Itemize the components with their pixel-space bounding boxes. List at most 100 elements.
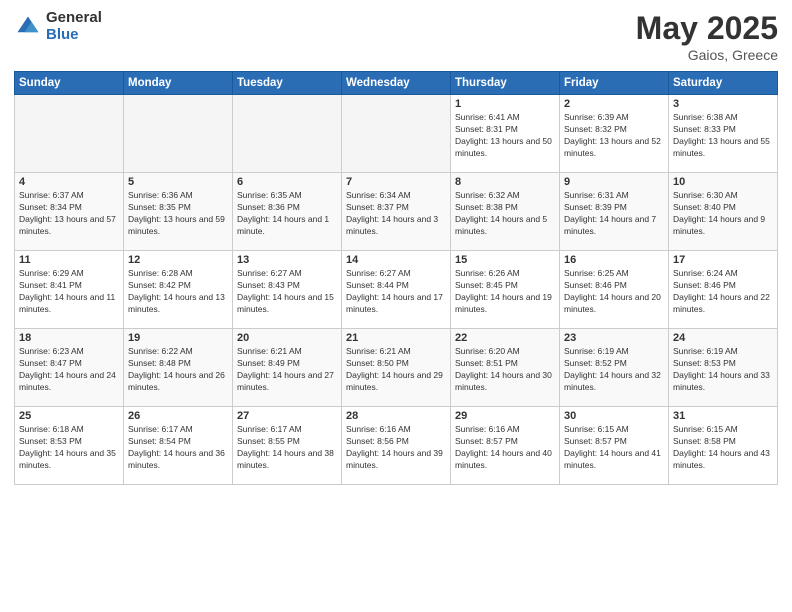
calendar-week-row: 25 Sunrise: 6:18 AMSunset: 8:53 PMDayligh… [15,407,778,485]
day-info: Sunrise: 6:36 AMSunset: 8:35 PMDaylight:… [128,190,228,238]
table-row: 8Sunrise: 6:32 AMSunset: 8:38 PMDaylight… [451,173,560,251]
day-info: Sunrise: 6:30 AMSunset: 8:40 PMDaylight:… [673,190,773,238]
day-number: 29 [455,410,555,422]
col-thursday: Thursday [451,72,560,95]
day-number: 19 [128,332,228,344]
table-row: 17 Sunrise: 6:24 AMSunset: 8:46 PMDayligh… [669,251,778,329]
day-number: 1 [455,98,555,110]
table-row: 3Sunrise: 6:38 AMSunset: 8:33 PMDaylight… [669,95,778,173]
page: General Blue May 2025 Gaios, Greece Sund… [0,0,792,612]
table-row: 22 Sunrise: 6:20 AMSunset: 8:51 PMDayligh… [451,329,560,407]
day-info: Sunrise: 6:17 AMSunset: 8:55 PMDaylight:… [237,424,337,472]
table-row: 5 Sunrise: 6:36 AMSunset: 8:35 PMDaylight… [124,173,233,251]
calendar: Sunday Monday Tuesday Wednesday Thursday… [14,71,778,485]
col-friday: Friday [560,72,669,95]
table-row: 23 Sunrise: 6:19 AMSunset: 8:52 PMDayligh… [560,329,669,407]
day-number: 21 [346,332,446,344]
day-number: 30 [564,410,664,422]
day-info: Sunrise: 6:21 AMSunset: 8:50 PMDaylight:… [346,346,446,394]
day-info: Sunrise: 6:19 AMSunset: 8:53 PMDaylight:… [673,346,773,394]
logo-blue: Blue [46,27,102,44]
day-number: 18 [19,332,119,344]
table-row: 14 Sunrise: 6:27 AMSunset: 8:44 PMDayligh… [342,251,451,329]
day-number: 26 [128,410,228,422]
day-info: Sunrise: 6:39 AMSunset: 8:32 PMDaylight:… [564,112,664,160]
calendar-week-row: 18 Sunrise: 6:23 AMSunset: 8:47 PMDayligh… [15,329,778,407]
day-info: Sunrise: 6:18 AMSunset: 8:53 PMDaylight:… [19,424,119,472]
table-row: 6Sunrise: 6:35 AMSunset: 8:36 PMDaylight… [233,173,342,251]
logo-general: General [46,10,102,27]
calendar-week-row: 11Sunrise: 6:29 AMSunset: 8:41 PMDayligh… [15,251,778,329]
day-number: 16 [564,254,664,266]
table-row [15,95,124,173]
day-info: Sunrise: 6:21 AMSunset: 8:49 PMDaylight:… [237,346,337,394]
day-info: Sunrise: 6:27 AMSunset: 8:43 PMDaylight:… [237,268,337,316]
calendar-week-row: 4Sunrise: 6:37 AMSunset: 8:34 PMDaylight… [15,173,778,251]
table-row: 29 Sunrise: 6:16 AMSunset: 8:57 PMDayligh… [451,407,560,485]
day-info: Sunrise: 6:23 AMSunset: 8:47 PMDaylight:… [19,346,119,394]
day-number: 14 [346,254,446,266]
table-row: 25 Sunrise: 6:18 AMSunset: 8:53 PMDayligh… [15,407,124,485]
day-number: 4 [19,176,119,188]
day-info: Sunrise: 6:41 AMSunset: 8:31 PMDaylight:… [455,112,555,160]
calendar-header-row: Sunday Monday Tuesday Wednesday Thursday… [15,72,778,95]
day-info: Sunrise: 6:25 AMSunset: 8:46 PMDaylight:… [564,268,664,316]
day-info: Sunrise: 6:16 AMSunset: 8:57 PMDaylight:… [455,424,555,472]
day-number: 8 [455,176,555,188]
col-sunday: Sunday [15,72,124,95]
title-month: May 2025 [636,10,778,47]
calendar-week-row: 1 Sunrise: 6:41 AMSunset: 8:31 PMDaylight… [15,95,778,173]
day-info: Sunrise: 6:29 AMSunset: 8:41 PMDaylight:… [19,268,119,316]
day-info: Sunrise: 6:28 AMSunset: 8:42 PMDaylight:… [128,268,228,316]
day-number: 9 [564,176,664,188]
col-tuesday: Tuesday [233,72,342,95]
table-row [233,95,342,173]
table-row [124,95,233,173]
day-number: 27 [237,410,337,422]
title-location: Gaios, Greece [636,47,778,63]
logo-icon [14,13,42,41]
day-number: 6 [237,176,337,188]
day-info: Sunrise: 6:20 AMSunset: 8:51 PMDaylight:… [455,346,555,394]
table-row: 18 Sunrise: 6:23 AMSunset: 8:47 PMDayligh… [15,329,124,407]
table-row: 7 Sunrise: 6:34 AMSunset: 8:37 PMDaylight… [342,173,451,251]
table-row: 2 Sunrise: 6:39 AMSunset: 8:32 PMDaylight… [560,95,669,173]
day-info: Sunrise: 6:22 AMSunset: 8:48 PMDaylight:… [128,346,228,394]
day-info: Sunrise: 6:15 AMSunset: 8:58 PMDaylight:… [673,424,773,472]
table-row: 27 Sunrise: 6:17 AMSunset: 8:55 PMDayligh… [233,407,342,485]
table-row: 31Sunrise: 6:15 AMSunset: 8:58 PMDayligh… [669,407,778,485]
table-row: 12Sunrise: 6:28 AMSunset: 8:42 PMDayligh… [124,251,233,329]
table-row: 20 Sunrise: 6:21 AMSunset: 8:49 PMDayligh… [233,329,342,407]
day-info: Sunrise: 6:27 AMSunset: 8:44 PMDaylight:… [346,268,446,316]
day-info: Sunrise: 6:16 AMSunset: 8:56 PMDaylight:… [346,424,446,472]
day-info: Sunrise: 6:38 AMSunset: 8:33 PMDaylight:… [673,112,773,160]
table-row [342,95,451,173]
table-row: 21 Sunrise: 6:21 AMSunset: 8:50 PMDayligh… [342,329,451,407]
day-info: Sunrise: 6:24 AMSunset: 8:46 PMDaylight:… [673,268,773,316]
title-block: May 2025 Gaios, Greece [636,10,778,63]
day-number: 17 [673,254,773,266]
day-number: 25 [19,410,119,422]
table-row: 9 Sunrise: 6:31 AMSunset: 8:39 PMDaylight… [560,173,669,251]
day-info: Sunrise: 6:17 AMSunset: 8:54 PMDaylight:… [128,424,228,472]
table-row: 4Sunrise: 6:37 AMSunset: 8:34 PMDaylight… [15,173,124,251]
day-number: 7 [346,176,446,188]
col-saturday: Saturday [669,72,778,95]
day-number: 28 [346,410,446,422]
day-number: 23 [564,332,664,344]
day-number: 5 [128,176,228,188]
day-number: 10 [673,176,773,188]
day-info: Sunrise: 6:31 AMSunset: 8:39 PMDaylight:… [564,190,664,238]
table-row: 19 Sunrise: 6:22 AMSunset: 8:48 PMDayligh… [124,329,233,407]
day-number: 2 [564,98,664,110]
header: General Blue May 2025 Gaios, Greece [14,10,778,63]
day-info: Sunrise: 6:19 AMSunset: 8:52 PMDaylight:… [564,346,664,394]
table-row: 10 Sunrise: 6:30 AMSunset: 8:40 PMDayligh… [669,173,778,251]
col-wednesday: Wednesday [342,72,451,95]
day-info: Sunrise: 6:15 AMSunset: 8:57 PMDaylight:… [564,424,664,472]
day-info: Sunrise: 6:34 AMSunset: 8:37 PMDaylight:… [346,190,446,238]
col-monday: Monday [124,72,233,95]
logo: General Blue [14,10,102,43]
day-number: 22 [455,332,555,344]
day-number: 20 [237,332,337,344]
